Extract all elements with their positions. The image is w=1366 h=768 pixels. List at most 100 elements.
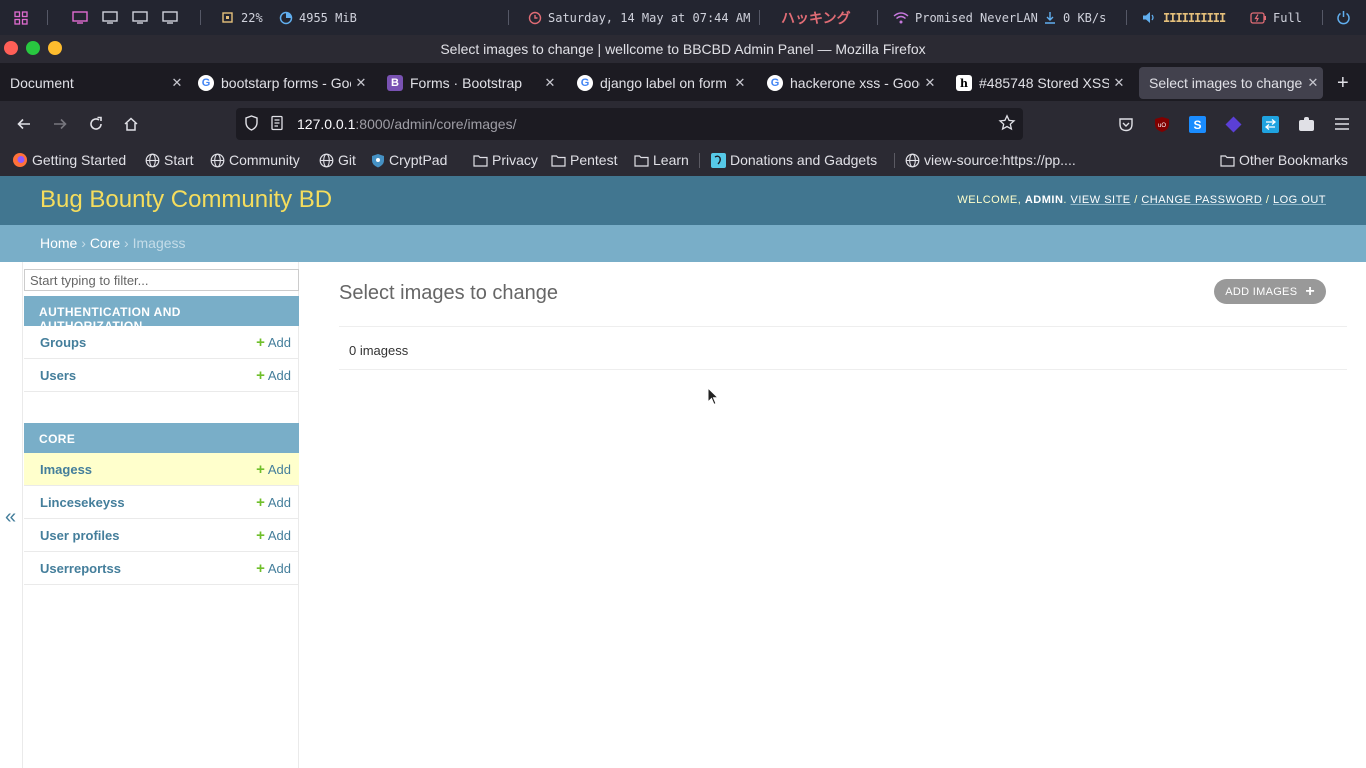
extension-s-icon[interactable]: S (1186, 113, 1208, 135)
system-top-bar: 22% 4955 MiB Saturday, 14 May at 07:44 A… (0, 0, 1366, 35)
log-out-link[interactable]: Log out (1273, 194, 1326, 206)
bookmark-view-source[interactable]: view-source:https://pp.... (905, 147, 1076, 173)
close-tab-icon[interactable]: ✕ (730, 75, 750, 91)
tab-select-images[interactable]: Select images to change ✕ (1139, 67, 1323, 99)
tracking-protection-shield-icon[interactable] (244, 114, 260, 134)
tab-hackerone-xss-search[interactable]: G hackerone xss - Google Search ✕ (757, 67, 940, 99)
close-window-button[interactable] (4, 41, 18, 55)
clock-widget: Saturday, 14 May at 07:44 AM (528, 0, 750, 35)
bookmark-getting-started[interactable]: Getting Started (12, 147, 126, 173)
pocket-icon[interactable] (1115, 113, 1137, 135)
close-tab-icon[interactable]: ✕ (167, 75, 187, 91)
close-tab-icon[interactable]: ✕ (1303, 75, 1323, 91)
add-lincesekeyss-link[interactable]: + Add (256, 494, 291, 511)
donations-icon (711, 152, 726, 168)
bookmark-git[interactable]: Git (319, 147, 356, 173)
bookmark-community[interactable]: Community (210, 147, 300, 173)
add-userreportss-link[interactable]: + Add (256, 560, 291, 577)
view-site-link[interactable]: View site (1071, 194, 1131, 206)
close-tab-icon[interactable]: ✕ (540, 75, 560, 91)
workspace-4-icon[interactable] (162, 0, 178, 35)
workspace-1-icon[interactable] (72, 0, 88, 35)
memory-widget: 4955 MiB (279, 0, 357, 35)
bookmark-label: Getting Started (32, 152, 127, 168)
url-bar[interactable]: 127.0.0.1:8000/admin/core/images/ (236, 108, 1023, 140)
ublock-origin-icon[interactable]: uO (1151, 113, 1173, 135)
home-icon[interactable] (120, 113, 142, 135)
model-link-groups[interactable]: Groups (40, 335, 86, 350)
close-tab-icon[interactable]: ✕ (1109, 75, 1129, 91)
add-groups-link[interactable]: + Add (256, 334, 291, 351)
bookmarks-toolbar: Getting Started Start Community Git Cryp… (0, 147, 1366, 176)
new-tab-button[interactable]: + (1333, 67, 1359, 99)
power-icon[interactable] (1336, 0, 1351, 35)
globe-icon (905, 153, 920, 167)
extension-transfer-icon[interactable] (1259, 113, 1281, 135)
tab-document[interactable]: Document ✕ (0, 67, 187, 99)
firefox-icon (13, 153, 27, 167)
site-branding[interactable]: Bug Bounty Community BD (40, 186, 332, 214)
workspace-2-icon[interactable] (102, 0, 118, 35)
extension-diamond-icon[interactable] (1222, 113, 1244, 135)
bookmark-cryptpad[interactable]: CryptPad (371, 147, 447, 173)
sidebar-collapse-toggle[interactable]: « (5, 506, 16, 529)
close-tab-icon[interactable]: ✕ (920, 75, 940, 91)
plus-icon: + (256, 493, 265, 511)
add-label: Add (267, 367, 291, 383)
back-arrow-icon[interactable] (13, 113, 35, 135)
wifi-icon (893, 11, 909, 23)
apps-grid-icon[interactable] (14, 0, 28, 35)
bookmark-folder-privacy[interactable]: Privacy (473, 147, 538, 173)
sidebar-item-groups: Groups + Add (24, 326, 299, 359)
bookmark-other-bookmarks[interactable]: Other Bookmarks (1220, 147, 1348, 173)
tab-django-label-search[interactable]: G django label on form - Google Search ✕ (567, 67, 750, 99)
minimize-window-button[interactable] (48, 41, 62, 55)
add-images-button[interactable]: Add Images + (1214, 279, 1326, 304)
tab-label: hackerone xss - Google Search (790, 75, 920, 91)
hamburger-menu-icon[interactable] (1331, 113, 1353, 135)
change-password-link[interactable]: Change password (1141, 194, 1262, 206)
tab-hackerone-report[interactable]: h #485748 Stored XSS ✕ (946, 67, 1129, 99)
bookmark-label: Donations and Gadgets (730, 152, 878, 168)
sidebar-filter-input[interactable]: Start typing to filter... (24, 269, 299, 291)
forward-arrow-icon[interactable] (49, 113, 71, 135)
maximize-window-button[interactable] (26, 41, 40, 55)
workspace-3-icon[interactable] (132, 0, 148, 35)
module-caption-auth[interactable]: Authentication and Authorization (24, 296, 299, 333)
model-link-imagess[interactable]: Imagess (40, 462, 92, 477)
bookmark-label: view-source:https://pp.... (924, 152, 1076, 168)
cpu-icon (222, 12, 233, 23)
bookmark-folder-learn[interactable]: Learn (634, 147, 689, 173)
page-info-icon[interactable] (270, 115, 284, 134)
add-label: Add (267, 527, 291, 543)
model-link-user-profiles[interactable]: User profiles (40, 528, 119, 543)
add-imagess-link[interactable]: + Add (256, 461, 291, 478)
volume-widget[interactable]: IIIIIIIIII (1142, 0, 1226, 35)
hackerone-icon: h (956, 75, 972, 91)
model-link-lincesekeyss[interactable]: Lincesekeyss (40, 495, 125, 510)
breadcrumb-core[interactable]: Core (90, 235, 120, 251)
window-title: Select images to change | wellcome to BB… (440, 41, 926, 57)
navigation-toolbar: 127.0.0.1:8000/admin/core/images/ uO S (0, 101, 1366, 147)
bookmark-star-icon[interactable] (998, 114, 1016, 135)
breadcrumb-home[interactable]: Home (40, 235, 77, 251)
reload-icon[interactable] (85, 113, 107, 135)
bookmark-donations-gadgets[interactable]: Donations and Gadgets (711, 147, 877, 173)
breadcrumb: Home › Core › Imagess (0, 225, 1366, 262)
add-user-profiles-link[interactable]: + Add (256, 527, 291, 544)
module-caption-core[interactable]: Core (24, 423, 299, 453)
hacking-label: ハッキング (781, 10, 851, 27)
bookmark-start[interactable]: Start (145, 147, 194, 173)
add-users-link[interactable]: + Add (256, 367, 291, 384)
url-path: :8000/admin/core/images/ (355, 116, 517, 132)
model-link-users[interactable]: Users (40, 368, 76, 383)
plus-icon: + (1305, 282, 1315, 300)
extensions-puzzle-icon[interactable] (1295, 113, 1317, 135)
add-images-label: Add Images (1225, 285, 1298, 298)
model-link-userreportss[interactable]: Userreportss (40, 561, 121, 576)
bookmark-folder-pentest[interactable]: Pentest (551, 147, 617, 173)
close-tab-icon[interactable]: ✕ (351, 75, 371, 91)
tab-label: bootstarp forms - Google Search (221, 75, 351, 91)
tab-bootstrap-forms-search[interactable]: G bootstarp forms - Google Search ✕ (188, 67, 371, 99)
tab-forms-bootstrap[interactable]: B Forms · Bootstrap ✕ (377, 67, 560, 99)
